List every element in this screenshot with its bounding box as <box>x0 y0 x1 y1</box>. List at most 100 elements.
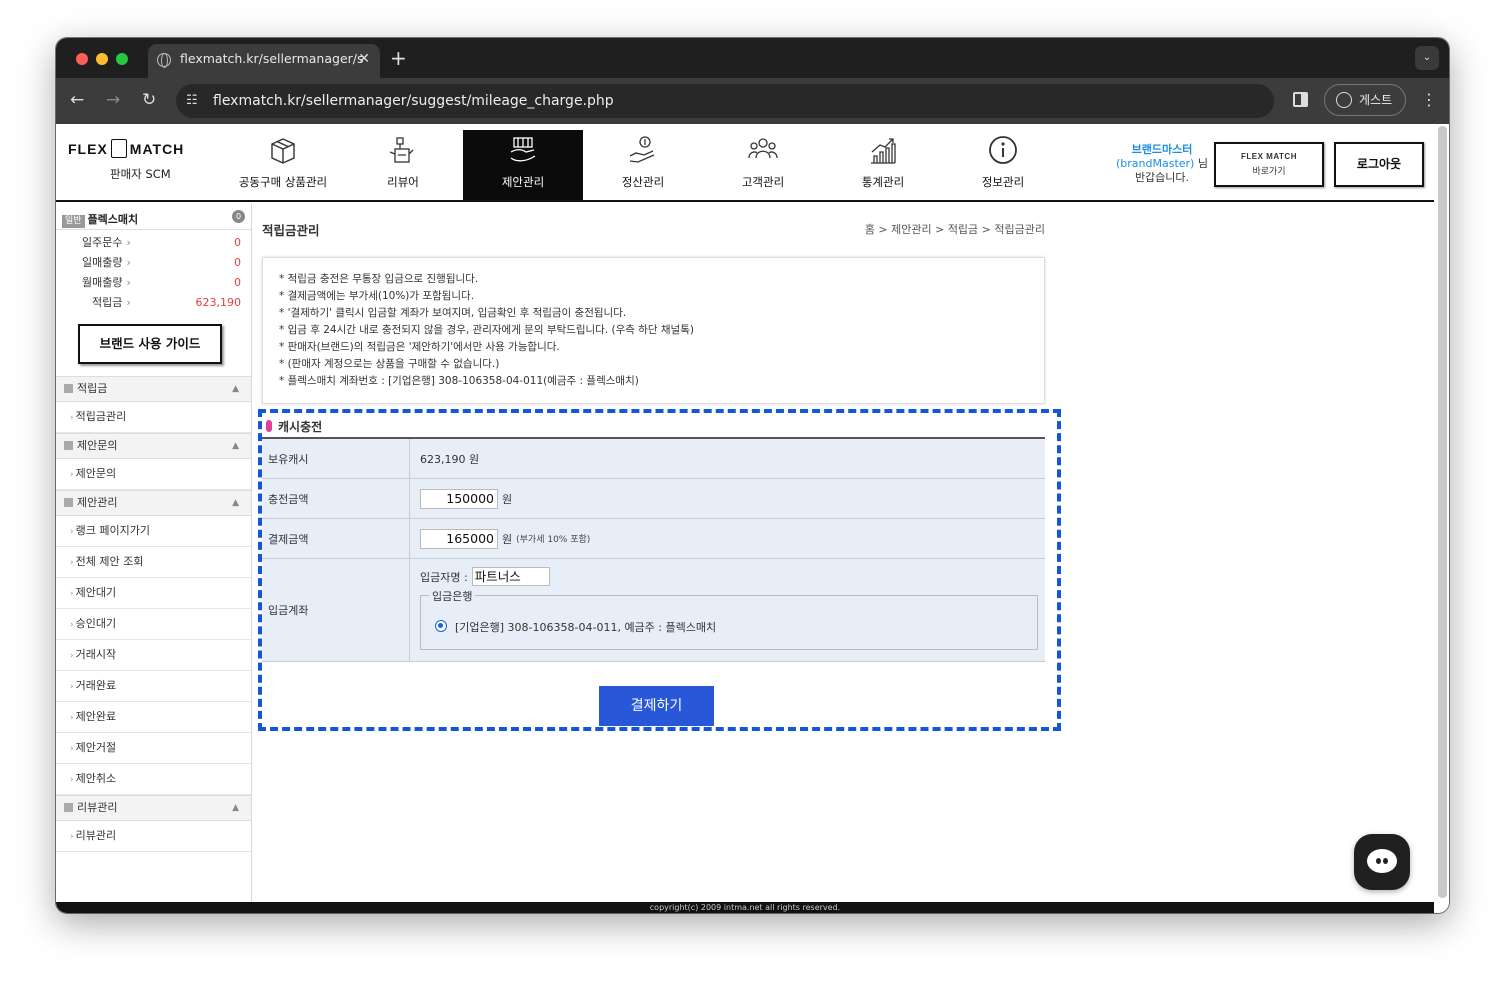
table-row: 보유캐시 623,190 원 <box>262 439 1045 479</box>
stat-daily-sales[interactable]: 일매출량 › 0 <box>82 253 241 273</box>
nav-proposal-management[interactable]: 제안관리 <box>463 130 583 200</box>
chat-button[interactable] <box>1354 834 1410 890</box>
logo-subtitle: 판매자 SCM <box>110 167 171 181</box>
address-bar[interactable]: ☷ flexmatch.kr/sellermanager/suggest/mil… <box>176 84 1274 118</box>
logout-button[interactable]: 로그아웃 <box>1334 142 1424 187</box>
tab-strip: flexmatch.kr/sellermanager/s ✕ + ⌄ <box>56 38 1449 78</box>
footer: copyright(c) 2009 intma.net all rights r… <box>56 902 1434 913</box>
sidebar: 일반 플렉스매치 0 일주문수 › 0 일매출량 › 0 월매출량 › 0 적립금 › 623,1… <box>56 204 252 913</box>
nav-settlement[interactable]: 정산관리 <box>583 130 703 200</box>
sidebar-section-reviews[interactable]: 리뷰관리 ▲ <box>56 795 251 821</box>
settlement-icon <box>629 136 655 163</box>
folder-icon <box>64 441 73 450</box>
cash-charge-title: 캐시충전 <box>266 418 322 435</box>
bank-radio[interactable] <box>435 620 447 632</box>
brand-guide-button[interactable]: 브랜드 사용 가이드 <box>78 324 222 364</box>
held-cash-value: 623,190 원 <box>420 452 480 466</box>
sidebar-item[interactable]: › 제안문의 <box>56 459 251 490</box>
sidebar-item[interactable]: › 리뷰관리 <box>56 821 251 852</box>
cash-charge-section: 캐시충전 보유캐시 623,190 원 충전금액 150000 원 결제금액 16… <box>258 409 1061 731</box>
sidebar-item[interactable]: › 제안취소 <box>56 764 251 795</box>
sidebar-item[interactable]: › 거래시작 <box>56 640 251 671</box>
nav-label: 공동구매 상품관리 <box>238 175 328 189</box>
notice-line: * '결제하기' 클릭시 입금할 계좌가 보여지며, 입금확인 후 적립금이 충… <box>279 307 627 319</box>
close-window-icon[interactable] <box>76 53 88 65</box>
shortcut-label: 바로가기 <box>1252 167 1286 177</box>
greeting-line2: 반갑습니다. <box>1134 171 1190 184</box>
stat-daily-orders[interactable]: 일주문수 › 0 <box>82 233 241 253</box>
chevron-up-icon: ▲ <box>232 441 239 451</box>
notice-line: * 적립금 충전은 무통장 입금으로 진행됩니다. <box>279 273 479 285</box>
forward-icon[interactable]: → <box>106 88 120 112</box>
proposal-icon <box>510 137 536 162</box>
sidebar-section-proposals[interactable]: 제안관리 ▲ <box>56 490 251 516</box>
stats-icon <box>871 138 896 164</box>
payment-amount-input[interactable]: 165000 <box>420 528 498 549</box>
nav-statistics[interactable]: 통계관리 <box>823 130 943 200</box>
close-tab-icon[interactable]: ✕ <box>358 44 370 74</box>
payment-amount-label: 결제금액 <box>262 519 410 558</box>
sidebar-item[interactable]: › 제안완료 <box>56 702 251 733</box>
minimize-window-icon[interactable] <box>96 53 108 65</box>
maximize-window-icon[interactable] <box>116 53 128 65</box>
logo[interactable]: FLEX MATCH 판매자 SCM <box>68 139 218 182</box>
new-tab-icon[interactable]: + <box>390 44 407 72</box>
sidebar-item[interactable]: › 적립금관리 <box>56 402 251 433</box>
bank-option-label[interactable]: [기업은행] 308-106358-04-011, 예금주 : 플렉스매치 <box>455 619 716 635</box>
page-title: 적립금관리 <box>262 223 320 238</box>
nav-customers[interactable]: 고객관리 <box>703 130 823 200</box>
nav-label: 정산관리 <box>621 175 665 189</box>
sidebar-user: 일반 플렉스매치 0 <box>56 204 251 230</box>
sidebar-item[interactable]: › 제안대기 <box>56 578 251 609</box>
username: 플렉스매치 <box>87 213 139 226</box>
folder-icon <box>64 384 73 393</box>
sidebar-item[interactable]: › 랭크 페이지가기 <box>56 516 251 547</box>
won-unit: 원 <box>502 492 513 506</box>
sidebar-item[interactable]: › 승인대기 <box>56 609 251 640</box>
nav-reviewer[interactable]: 리뷰어 <box>343 130 463 200</box>
info-icon <box>989 136 1017 164</box>
nav-label: 리뷰어 <box>387 175 419 189</box>
chat-icon <box>1367 849 1397 873</box>
tab-search-icon[interactable]: ⌄ <box>1415 46 1439 70</box>
site-settings-icon[interactable]: ☷ <box>186 84 198 118</box>
bank-legend: 입금은행 <box>429 588 476 604</box>
sidebar-item[interactable]: › 거래완료 <box>56 671 251 702</box>
tab-title: flexmatch.kr/sellermanager/s <box>180 51 364 66</box>
flexmatch-shortcut-button[interactable]: FLEX MATCH 바로가기 <box>1214 142 1324 187</box>
globe-icon <box>157 53 171 68</box>
charge-amount-input[interactable]: 150000 <box>420 488 498 509</box>
greeting-id: (brandMaster) <box>1116 157 1195 170</box>
side-panel-icon[interactable] <box>1293 92 1308 107</box>
charge-amount-label: 충전금액 <box>262 479 410 518</box>
greeting-name: 브랜드마스터 <box>1131 143 1193 156</box>
browser-tab[interactable]: flexmatch.kr/sellermanager/s ✕ <box>148 44 380 78</box>
sidebar-item[interactable]: › 제안거절 <box>56 733 251 764</box>
notice-line: * (판매자 계정으로는 상품을 구매할 수 없습니다.) <box>279 358 500 370</box>
nav-label: 고객관리 <box>741 175 785 189</box>
notice-line: * 플렉스매치 계좌번호 : [기업은행] 308-106358-04-011(… <box>279 375 639 387</box>
pay-button[interactable]: 결제하기 <box>599 686 714 726</box>
sidebar-section-inquiry[interactable]: 제안문의 ▲ <box>56 433 251 459</box>
bank-fieldset: 입금은행 [기업은행] 308-106358-04-011, 예금주 : 플렉스… <box>420 588 1038 650</box>
nav-label: 제안관리 <box>501 175 545 189</box>
notification-count[interactable]: 0 <box>232 210 245 223</box>
won-unit: 원 <box>502 532 513 546</box>
reload-icon[interactable]: ↻ <box>142 88 156 112</box>
stat-monthly-sales[interactable]: 월매출량 › 0 <box>82 273 241 293</box>
back-icon[interactable]: ← <box>70 88 84 112</box>
sidebar-section-mileage[interactable]: 적립금 ▲ <box>56 376 251 402</box>
depositor-label: 입금자명 : <box>420 570 468 584</box>
held-cash-label: 보유캐시 <box>262 439 410 478</box>
profile-button[interactable]: 게스트 <box>1324 84 1406 116</box>
folder-icon <box>64 498 73 507</box>
depositor-name-input[interactable]: 파트너스 <box>471 567 550 586</box>
more-menu-icon[interactable]: ⋮ <box>1421 88 1437 112</box>
scrollbar[interactable] <box>1438 126 1447 898</box>
url-text: flexmatch.kr/sellermanager/suggest/milea… <box>213 93 614 109</box>
sidebar-item[interactable]: › 전체 제안 조회 <box>56 547 251 578</box>
stat-mileage[interactable]: 적립금 › 623,190 <box>82 293 241 313</box>
browser-window: flexmatch.kr/sellermanager/s ✕ + ⌄ ← → ↻… <box>56 38 1449 913</box>
nav-product-management[interactable]: 공동구매 상품관리 <box>223 130 343 200</box>
nav-info[interactable]: 정보관리 <box>943 130 1063 200</box>
